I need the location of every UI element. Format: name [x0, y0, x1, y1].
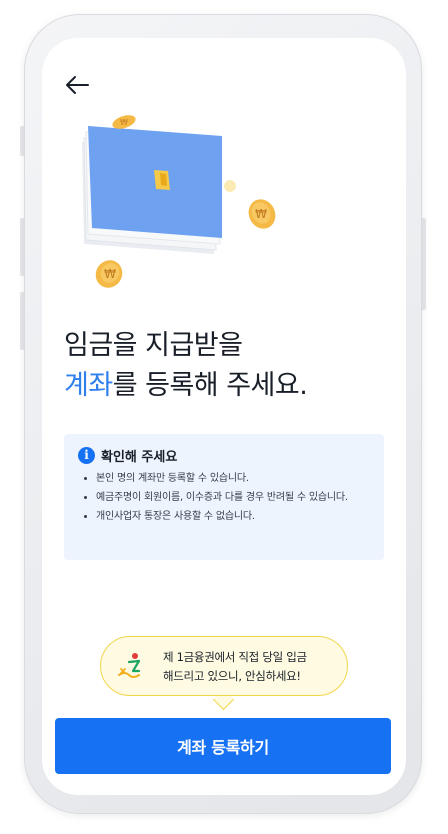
bank-logo-icon: [115, 649, 149, 683]
notice-item: 본인 명의 계좌만 등록할 수 있습니다.: [78, 471, 370, 486]
notice-title: 확인해 주세요: [101, 450, 178, 465]
info-icon: i: [78, 447, 95, 464]
notice-box: i 확인해 주세요 본인 명의 계좌만 등록할 수 있습니다. 예금주명이 회원…: [64, 434, 384, 560]
notice-item: 개인사업자 통장은 사용할 수 없습니다.: [78, 509, 370, 524]
coin-bottom-icon: ₩: [95, 260, 123, 288]
svg-text:₩: ₩: [255, 207, 267, 221]
back-button[interactable]: [64, 74, 90, 96]
notice-item: 예금주명이 회원이름, 이수증과 다를 경우 반려될 수 있습니다.: [78, 490, 370, 505]
title-accent: 계좌: [64, 370, 113, 401]
coin-right-icon: ₩: [248, 199, 276, 229]
notice-header: i 확인해 주세요: [78, 446, 370, 465]
title-line-2-rest: 를 등록해 주세요.: [112, 370, 308, 401]
svg-text:₩: ₩: [104, 267, 116, 281]
register-account-button[interactable]: 계좌 등록하기: [55, 718, 391, 774]
card-stack: [82, 126, 222, 254]
page-title: 임금을 지급받을 계좌를 등록해 주세요.: [64, 326, 384, 406]
sparkle: [224, 180, 236, 192]
bubble-line-2: 해드리고 있으니, 안심하세요!: [163, 669, 301, 683]
bubble-line-1: 제 1금융권에서 직접 당일 입금: [163, 650, 307, 664]
app-screen: ₩ ₩ ₩ 임금을 지급받을 계좌를 등록해 주세요. i 확인해 주세요 본인…: [42, 38, 406, 795]
title-line-2: 계좌를 등록해 주세요.: [64, 366, 384, 406]
svg-text:₩: ₩: [120, 118, 128, 127]
arrow-left-icon: [66, 76, 89, 94]
speech-bubble: 제 1금융권에서 직접 당일 입금 해드리고 있으니, 안심하세요!: [100, 636, 348, 696]
hero-illustration: ₩ ₩ ₩: [42, 98, 406, 338]
notice-list: 본인 명의 계좌만 등록할 수 있습니다. 예금주명이 회원이름, 이수증과 다…: [78, 471, 370, 524]
bubble-text: 제 1금융권에서 직접 당일 입금 해드리고 있으니, 안심하세요!: [163, 648, 343, 686]
title-line-1: 임금을 지급받을: [64, 330, 243, 361]
